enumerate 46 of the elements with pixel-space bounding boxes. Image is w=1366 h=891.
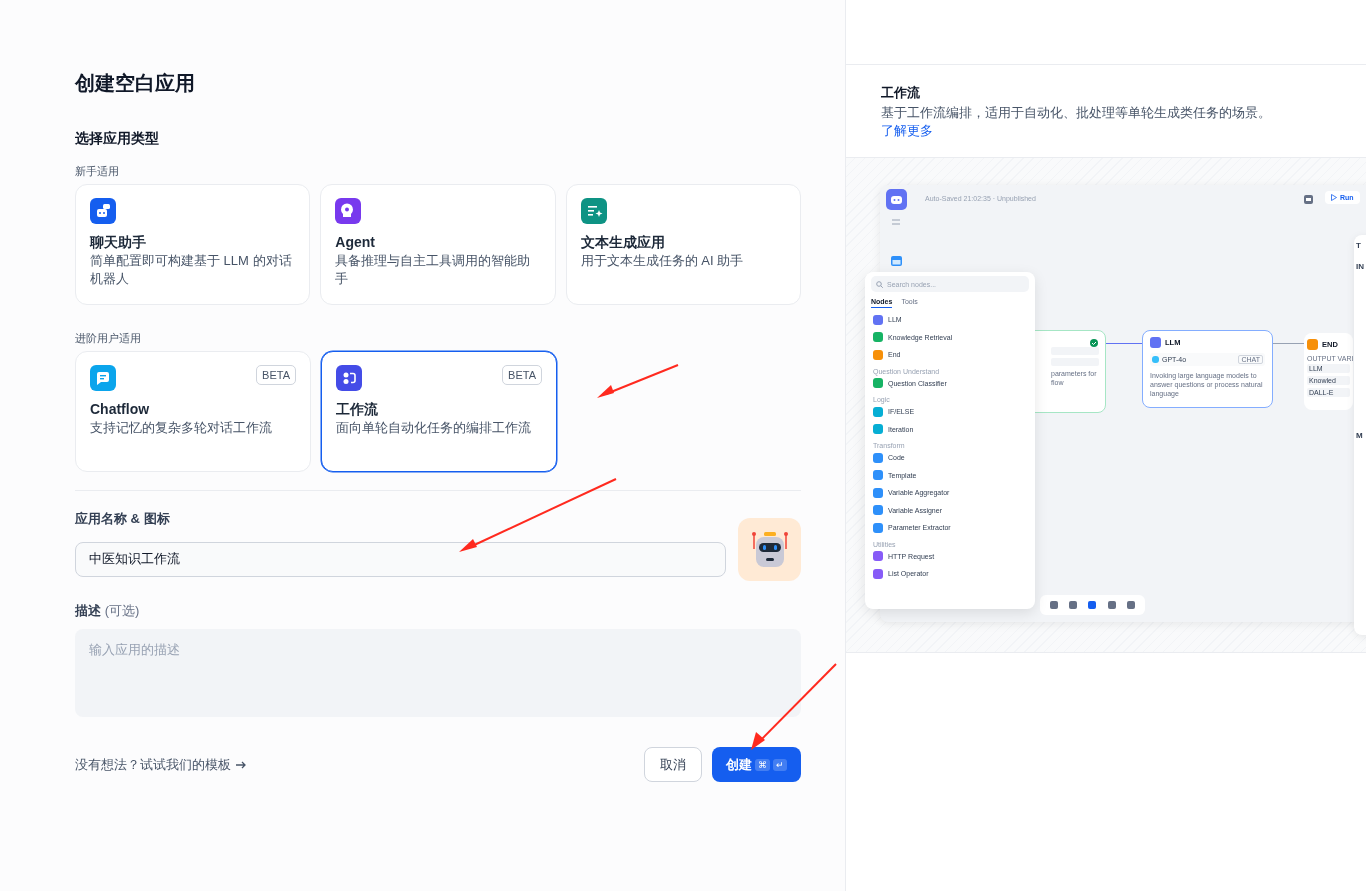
app-type-description: 支持记忆的复杂多轮对话工作流 xyxy=(90,419,273,437)
app-type-card[interactable]: BETA Chatflow 支持记忆的复杂多轮对话工作流 xyxy=(75,351,311,472)
app-type-card[interactable]: Agent 具备推理与自主工具调用的智能助手 xyxy=(320,184,556,305)
beta-badge: BETA xyxy=(256,365,296,385)
create-button[interactable]: 创建 ⌘ ↵ xyxy=(712,747,801,782)
app-icon-picker[interactable] xyxy=(738,518,801,581)
image-icon xyxy=(890,256,902,266)
app-type-description: 用于文本生成任务的 AI 助手 xyxy=(580,252,745,270)
panel-text: T xyxy=(1356,241,1362,250)
app-type-name: Agent xyxy=(335,233,376,252)
check-icon xyxy=(1090,339,1098,347)
field-label: 描述 (可选) xyxy=(75,602,141,620)
app-type-name: Chatflow xyxy=(90,400,151,419)
field-label: 应用名称 & 图标 xyxy=(75,510,171,528)
node-type-icon xyxy=(1307,339,1318,350)
app-type-name: 工作流 xyxy=(336,400,379,419)
play-icon xyxy=(1331,194,1337,201)
panel-text: IN xyxy=(1356,262,1365,271)
robot-icon xyxy=(885,189,907,210)
learn-more-link[interactable]: 了解更多 xyxy=(881,124,933,138)
template-link[interactable]: 没有想法？试试我们的模板 xyxy=(75,755,247,774)
shortcut-key: ↵ xyxy=(773,758,787,771)
section-heading: 选择应用类型 xyxy=(75,129,160,148)
app-type-description: 简单配置即可构建基于 LLM 的对话机器人 xyxy=(90,252,293,288)
group-label: 进阶用户适用 xyxy=(75,331,142,345)
cancel-button[interactable]: 取消 xyxy=(644,747,702,782)
app-type-name: 聊天助手 xyxy=(90,233,147,252)
app-type-card[interactable]: 聊天助手 简单配置即可构建基于 LLM 的对话机器人 xyxy=(75,184,311,305)
variable-bar xyxy=(1051,347,1099,355)
model-icon xyxy=(1152,356,1159,363)
app-type-title: 工作流 xyxy=(881,84,921,102)
group-label: 新手适用 xyxy=(75,164,120,178)
app-type-description: 面向单轮自动化任务的编排工作流 xyxy=(336,419,532,437)
app-type-card[interactable]: BETA 工作流 面向单轮自动化任务的编排工作流 xyxy=(321,351,557,472)
app-type-description: 具备推理与自主工具调用的智能助手 xyxy=(335,252,532,288)
dialog-title: 创建空白应用 xyxy=(75,71,196,96)
app-type-name: 文本生成应用 xyxy=(580,233,666,252)
panel-text: M xyxy=(1356,431,1364,440)
search-icon xyxy=(876,280,883,288)
shortcut-key: ⌘ xyxy=(755,758,770,771)
app-type-card[interactable]: 文本生成应用 用于文本生成任务的 AI 助手 xyxy=(565,184,801,305)
description-field[interactable]: 输入应用的描述 xyxy=(75,629,801,717)
app-name-field[interactable]: 中医知识工作流 xyxy=(75,541,726,577)
app-type-description: 基于工作流编排，适用于自动化、批处理等单轮生成类任务的场景。 了解更多 xyxy=(881,105,1272,140)
node-type-icon xyxy=(1150,337,1161,348)
beta-badge: BETA xyxy=(502,365,542,385)
